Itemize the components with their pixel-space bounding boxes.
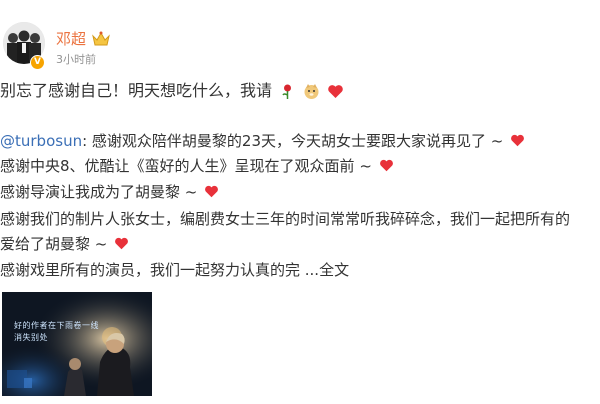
doge-icon <box>303 83 320 100</box>
post-line: 感谢我们的制片人张女士，编剧费女士三年的时间常常听我碎碎念，我们一起把所有的 <box>0 210 570 228</box>
rose-icon <box>279 83 296 100</box>
post-line-text: : 感谢观众陪伴胡曼黎的23天，今天胡女士要跟大家说再见了 ~ <box>82 132 504 150</box>
mention-link[interactable]: @turbosun <box>0 132 82 150</box>
post-line: 爱给了胡曼黎 ~ <box>0 235 131 253</box>
heart-icon <box>114 236 131 253</box>
heart-icon <box>327 83 344 100</box>
post-line-text: 感谢我们的制片人张女士，编剧费女士三年的时间常常听我碎碎念，我们一起把所有的 <box>0 210 571 228</box>
post-line-text: 感谢中央8、优酷让《蛮好的人生》呈现在了观众面前 ~ <box>0 157 372 175</box>
post-line: 感谢导演让我成为了胡曼黎 ~ <box>0 183 221 201</box>
author-name[interactable]: 邓超 <box>56 30 86 48</box>
post-line: @turbosun: 感谢观众陪伴胡曼黎的23天，今天胡女士要跟大家说再见了 ~ <box>0 132 527 150</box>
weibo-post-card: V 邓超 3小时前 别忘了感谢自己！明天想吃什么，我请 @turbosun: 感… <box>0 0 600 404</box>
media-caption: 好的作者在下雨卷一线 <box>14 321 99 330</box>
post-line-text: 感谢戏里所有的演员，我们一起努力认真的完 ...全文 <box>0 261 350 279</box>
post-image-thumbnail[interactable]: 好的作者在下雨卷一线 消失别处 <box>2 292 152 396</box>
post-line-text: 爱给了胡曼黎 ~ <box>0 235 108 253</box>
heart-icon <box>379 158 396 175</box>
verified-badge-icon: V <box>30 55 45 70</box>
post-headline: 别忘了感谢自己！明天想吃什么，我请 <box>0 82 344 100</box>
heart-icon <box>204 184 221 201</box>
post-time[interactable]: 3小时前 <box>56 53 96 66</box>
post-line: 感谢中央8、优酷让《蛮好的人生》呈现在了观众面前 ~ <box>0 157 396 175</box>
media-caption: 消失别处 <box>14 333 48 342</box>
heart-icon <box>510 133 527 150</box>
post-line-truncated[interactable]: 感谢戏里所有的演员，我们一起努力认真的完 ...全文 <box>0 261 349 279</box>
crown-badge-icon[interactable] <box>91 30 111 48</box>
post-line-text: 感谢导演让我成为了胡曼黎 ~ <box>0 183 198 201</box>
headline-text: 别忘了感谢自己！明天想吃什么，我请 <box>0 81 273 100</box>
